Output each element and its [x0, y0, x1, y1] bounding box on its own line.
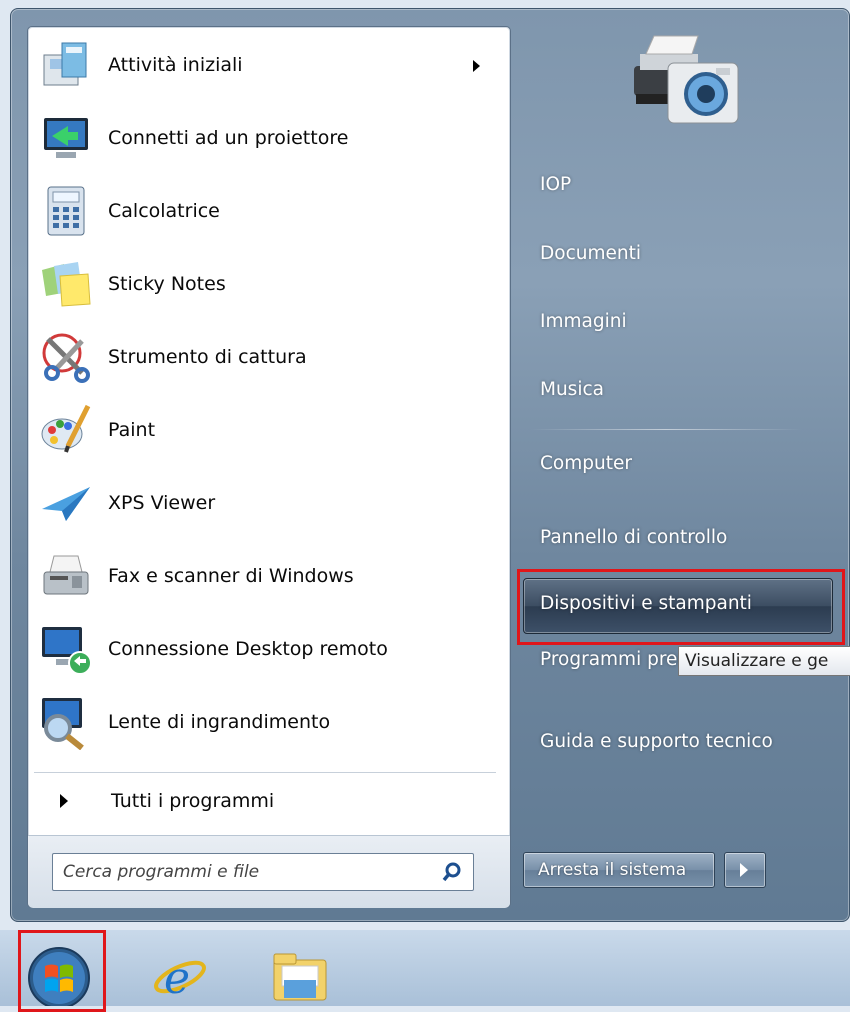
- projector-icon: [44, 118, 88, 158]
- highlight-box-start: [18, 930, 106, 1012]
- paint-palette-icon: [41, 404, 91, 453]
- right-item-control-panel[interactable]: Pannello di controllo: [517, 514, 837, 566]
- separator: [34, 772, 496, 773]
- search-icon[interactable]: [441, 861, 463, 883]
- svg-text:e: e: [164, 953, 190, 1004]
- right-item-label: Immagini: [540, 311, 627, 332]
- right-item-label: Musica: [540, 379, 604, 400]
- shutdown-button[interactable]: Arresta il sistema: [523, 852, 715, 888]
- highlight-box-devices: [517, 569, 845, 645]
- tooltip: Visualizzare e ge: [678, 646, 850, 676]
- internet-explorer-icon[interactable]: e: [150, 945, 210, 1006]
- program-label: Fax e scanner di Windows: [108, 565, 354, 587]
- program-label: XPS Viewer: [108, 492, 216, 514]
- snipping-tool-icon: [42, 333, 90, 383]
- program-label: Calcolatrice: [108, 200, 220, 222]
- remote-desktop-icon: [42, 627, 92, 675]
- shutdown-label: Arresta il sistema: [538, 860, 687, 880]
- search-box[interactable]: [52, 853, 474, 891]
- program-item-snipping-tool[interactable]: Strumento di cattura: [34, 323, 504, 391]
- submenu-arrow-icon[interactable]: [473, 60, 480, 72]
- right-item-user-folder[interactable]: IOP: [517, 161, 837, 213]
- program-item-getting-started[interactable]: Attività iniziali: [34, 31, 504, 99]
- program-label: Sticky Notes: [108, 273, 226, 295]
- fax-scanner-icon: [43, 555, 89, 595]
- devices-printers-icon: [634, 35, 739, 124]
- all-programs-label: Tutti i programmi: [111, 790, 275, 812]
- program-item-sticky-notes[interactable]: Sticky Notes: [34, 250, 504, 318]
- shutdown-options-button[interactable]: [724, 852, 766, 888]
- expand-arrow-icon: [60, 794, 68, 808]
- calculator-icon: [47, 186, 85, 236]
- taskbar: [0, 930, 850, 1006]
- right-item-music[interactable]: Musica: [517, 366, 837, 418]
- sticky-notes-icon: [42, 262, 91, 307]
- right-item-documents[interactable]: Documenti: [517, 230, 837, 282]
- magnifier-icon: [42, 698, 84, 750]
- right-item-label: Guida e supporto tecnico: [540, 731, 773, 752]
- program-label: Connetti ad un proiettore: [108, 127, 349, 149]
- right-item-pictures[interactable]: Immagini: [517, 298, 837, 350]
- right-item-label: Documenti: [540, 243, 641, 264]
- program-item-fax-scanner[interactable]: Fax e scanner di Windows: [34, 542, 504, 610]
- chevron-right-icon: [740, 863, 748, 877]
- all-programs-button[interactable]: Tutti i programmi: [34, 779, 504, 827]
- program-label: Connessione Desktop remoto: [108, 638, 388, 660]
- programs-pane: Attività iniziali Connetti ad un proiett…: [27, 26, 511, 908]
- program-item-calculator[interactable]: Calcolatrice: [34, 177, 504, 245]
- separator: [530, 429, 802, 430]
- program-item-xps-viewer[interactable]: XPS Viewer: [34, 469, 504, 537]
- right-item-help-support[interactable]: Guida e supporto tecnico: [517, 718, 837, 770]
- right-item-label: IOP: [540, 174, 572, 195]
- right-item-label: Pannello di controllo: [540, 527, 728, 548]
- right-item-label: Computer: [540, 453, 632, 474]
- program-item-projector[interactable]: Connetti ad un proiettore: [34, 104, 504, 172]
- program-label: Paint: [108, 419, 156, 441]
- program-item-remote-desktop[interactable]: Connessione Desktop remoto: [34, 615, 504, 683]
- program-item-paint[interactable]: Paint: [34, 396, 504, 464]
- program-label: Lente di ingrandimento: [108, 711, 331, 733]
- search-input[interactable]: [61, 858, 435, 886]
- program-label: Strumento di cattura: [108, 346, 307, 368]
- program-label: Attività iniziali: [108, 54, 243, 76]
- xps-viewer-icon: [42, 487, 90, 521]
- right-item-computer[interactable]: Computer: [517, 440, 837, 492]
- windows-explorer-icon[interactable]: [268, 946, 332, 1006]
- program-item-magnifier[interactable]: Lente di ingrandimento: [34, 688, 504, 756]
- getting-started-icon: [43, 42, 87, 86]
- search-bar: [28, 835, 510, 908]
